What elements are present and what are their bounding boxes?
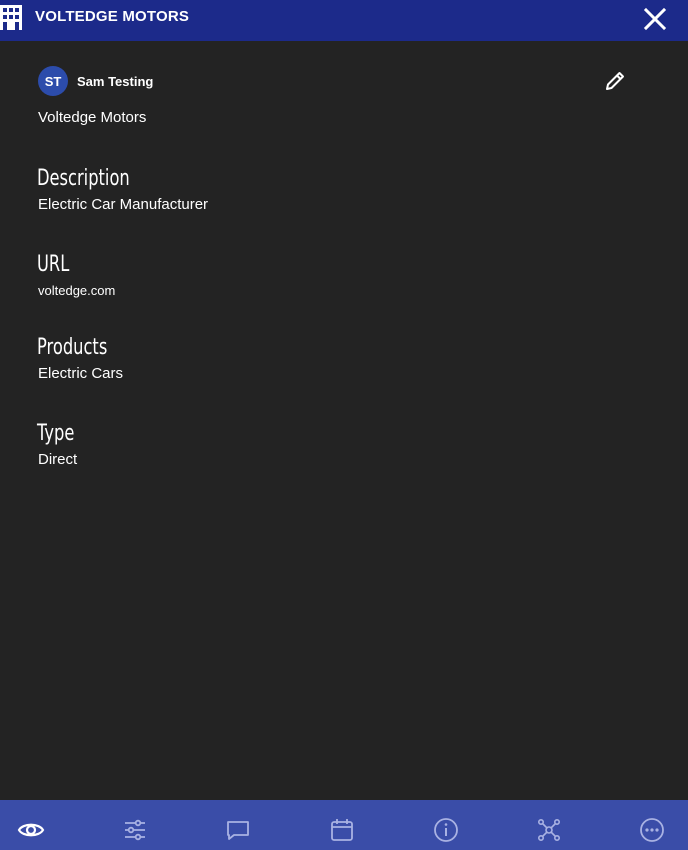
calendar-icon[interactable] <box>328 816 356 844</box>
url-label: URL <box>37 252 70 277</box>
avatar: ST <box>38 66 68 96</box>
header-bar: VOLTEDGE MOTORS <box>0 0 688 41</box>
description-label: Description <box>37 166 130 191</box>
close-icon[interactable] <box>643 7 667 31</box>
products-label: Products <box>37 335 108 360</box>
eye-icon[interactable] <box>17 816 45 844</box>
owner-row: ST Sam Testing <box>38 66 153 96</box>
owner-name: Sam Testing <box>77 73 154 89</box>
url-value[interactable]: voltedge.com <box>38 282 115 299</box>
chat-icon[interactable] <box>224 816 252 844</box>
sliders-icon[interactable] <box>121 816 149 844</box>
products-value: Electric Cars <box>38 365 124 382</box>
building-icon <box>0 5 22 30</box>
page-title: VOLTEDGE MOTORS <box>35 8 190 25</box>
info-icon[interactable] <box>432 816 460 844</box>
type-value: Direct <box>38 451 78 468</box>
network-icon[interactable] <box>535 816 563 844</box>
edit-pencil-icon[interactable] <box>603 69 627 93</box>
more-icon[interactable] <box>638 816 666 844</box>
description-value: Electric Car Manufacturer <box>38 196 209 213</box>
company-name: Voltedge Motors <box>38 109 147 126</box>
type-label: Type <box>37 421 75 446</box>
